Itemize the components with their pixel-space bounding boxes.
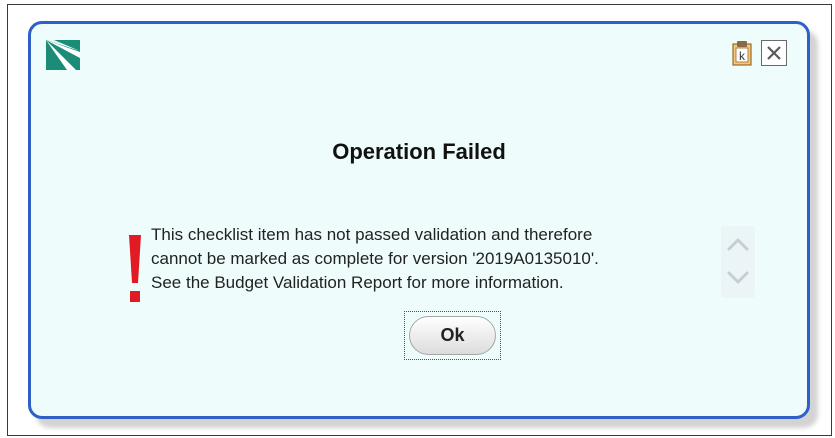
- dialog-title: Operation Failed: [332, 139, 506, 164]
- error-exclamation-icon: [129, 235, 141, 302]
- error-message: This checklist item has not passed valid…: [151, 223, 721, 295]
- ok-button[interactable]: Ok: [409, 316, 496, 355]
- close-icon: [767, 46, 781, 60]
- clipboard-help-icon: k: [732, 41, 752, 66]
- ok-button-focus-ring: Ok: [404, 311, 501, 360]
- operation-failed-dialog: k Operation Failed This checklist item h…: [28, 21, 810, 419]
- scroll-up-button[interactable]: [725, 232, 751, 256]
- scroll-down-button[interactable]: [725, 266, 751, 290]
- dialog-header-actions: k: [729, 40, 787, 66]
- help-button[interactable]: k: [729, 40, 755, 66]
- close-button[interactable]: [761, 40, 787, 66]
- chevron-up-icon: [727, 238, 749, 251]
- svg-text:k: k: [739, 49, 746, 63]
- app-logo-icon: [46, 40, 80, 70]
- error-message-line-1: This checklist item has not passed valid…: [151, 225, 593, 244]
- message-scroll-controls: [721, 226, 755, 298]
- chevron-down-icon: [727, 271, 749, 284]
- error-message-line-3: See the Budget Validation Report for mor…: [151, 273, 564, 292]
- error-message-line-2: cannot be marked as complete for version…: [151, 249, 599, 268]
